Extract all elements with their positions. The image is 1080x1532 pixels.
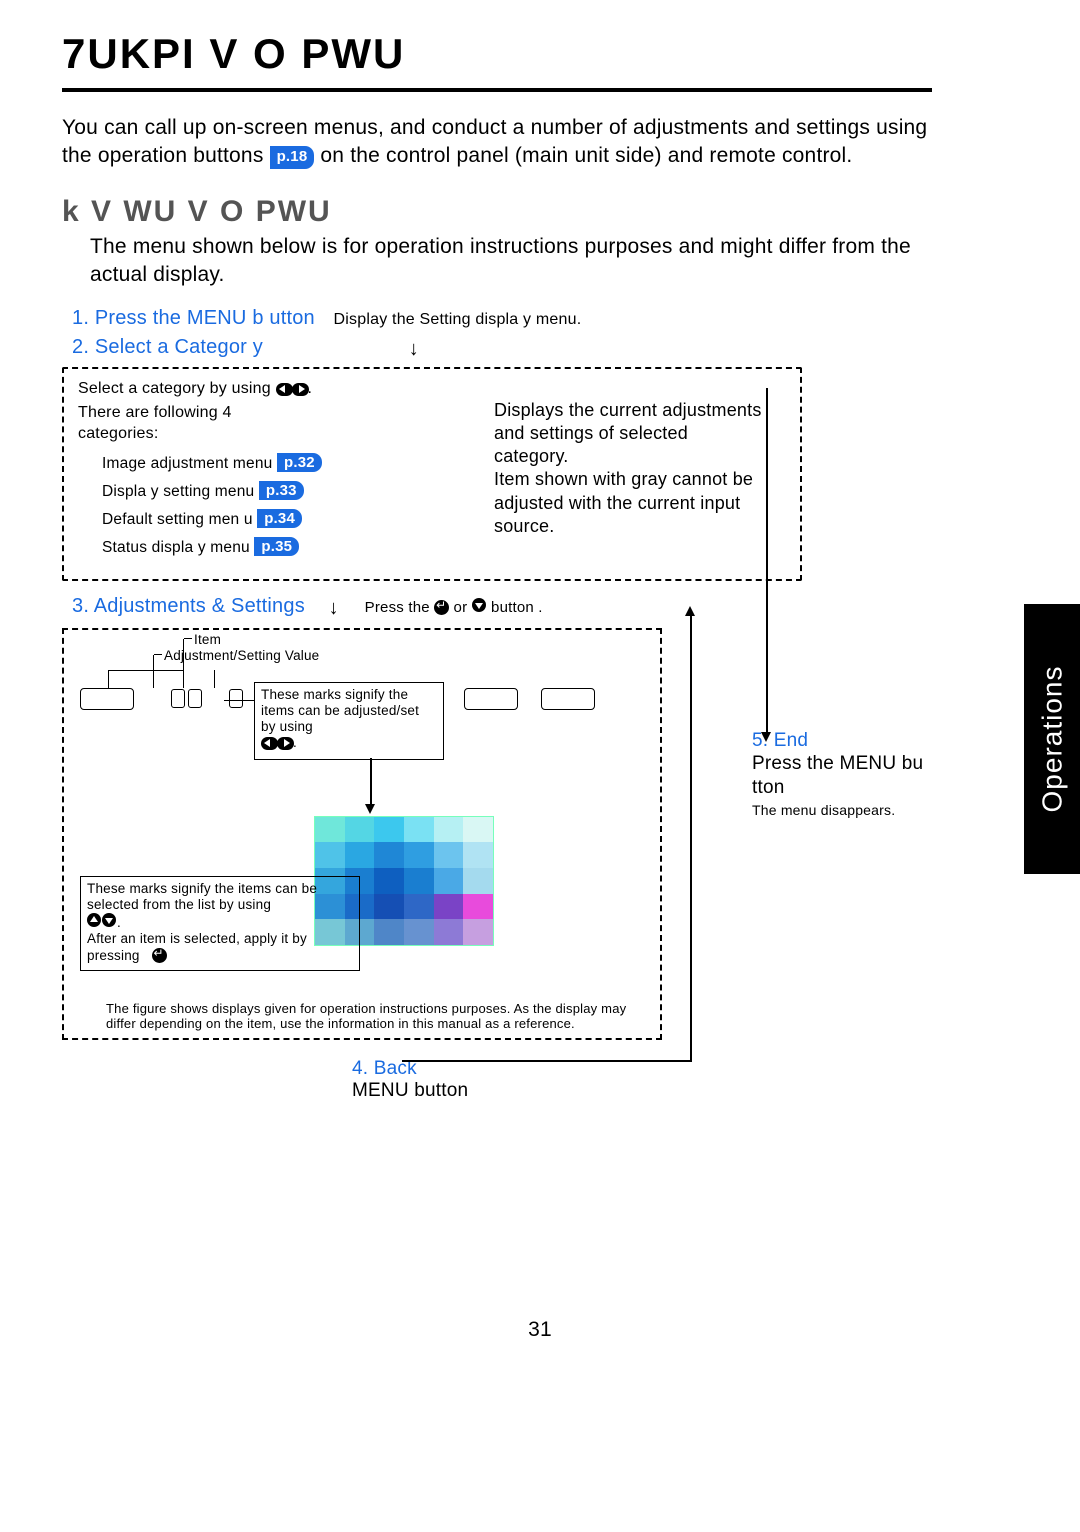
category-count-note: There are following 4 categories: bbox=[78, 403, 278, 445]
intro-text: You can call up on-screen menus, and con… bbox=[62, 114, 932, 171]
intro-b: on the control panel (main unit side) an… bbox=[314, 144, 852, 167]
step-3-row: 3. Adjustments & Settings ↓ Press the or… bbox=[72, 595, 932, 620]
step-1-desc: Display the Setting displa y menu. bbox=[334, 311, 582, 329]
page-ref-p33[interactable]: p.33 bbox=[259, 481, 304, 500]
chip bbox=[171, 689, 185, 708]
c2a: These marks signify the items can be sel… bbox=[87, 881, 317, 912]
page-ref-p35[interactable]: p.35 bbox=[254, 537, 299, 556]
step-4-sub: MENU button bbox=[352, 1080, 932, 1102]
side-tab-operations: Operations bbox=[1024, 604, 1080, 874]
diagram-box: Item Adjustment/Setting Value These mark… bbox=[62, 628, 662, 1040]
step-1-title: 1. Press the MENU b utton bbox=[72, 307, 315, 329]
s3a: Press the bbox=[365, 599, 435, 616]
select-box bbox=[464, 688, 518, 710]
c2b: . bbox=[117, 915, 121, 930]
step-3-title: 3. Adjustments & Settings bbox=[72, 595, 305, 617]
category-box: Select a category by using . There are f… bbox=[62, 367, 802, 580]
category-right-note: Displays the current adjustments and set… bbox=[494, 399, 764, 537]
enter-icon bbox=[434, 600, 449, 615]
step-5-title: 5. End bbox=[752, 730, 942, 752]
cat-desc-a: Select a category by using bbox=[78, 380, 276, 397]
cat3-label: Default setting men u bbox=[102, 511, 253, 528]
side-tab-label: Operations bbox=[1036, 666, 1068, 813]
cat2-label: Displa y setting menu bbox=[102, 483, 254, 500]
enter-icon bbox=[152, 948, 167, 963]
s3c: button . bbox=[487, 599, 543, 616]
diagram-footnote: The figure shows displays given for oper… bbox=[106, 1001, 646, 1032]
cat-item-4: Status displa y menu p.35 bbox=[102, 537, 786, 557]
callout1-a: These marks signify the items can be adj… bbox=[261, 687, 419, 734]
step-2-title: 2. Select a Categor y ↓ bbox=[72, 336, 932, 361]
label-adj-value: Adjustment/Setting Value bbox=[164, 648, 319, 663]
select-box bbox=[80, 688, 134, 710]
page-ref-p18[interactable]: p.18 bbox=[270, 146, 315, 168]
cat4-label: Status displa y menu bbox=[102, 539, 250, 556]
select-box bbox=[541, 688, 595, 710]
page-ref-p34[interactable]: p.34 bbox=[257, 509, 302, 528]
page-title: 7UKPI V O PWU bbox=[62, 30, 932, 92]
c2c: After an item is selected, apply it by p… bbox=[87, 931, 307, 962]
chip bbox=[229, 689, 243, 708]
step-1-row: 1. Press the MENU b utton Display the Se… bbox=[62, 307, 932, 330]
step-5-block: 5. End Press the MENU bu tton The menu d… bbox=[752, 730, 942, 818]
step-5-desc: Press the MENU bu tton bbox=[752, 752, 942, 800]
arrow-down-icon: ↓ bbox=[329, 597, 339, 620]
section-subtitle: k V WU V O PWU bbox=[62, 195, 932, 229]
chip bbox=[188, 689, 202, 708]
step-5-note: The menu disappears. bbox=[752, 802, 942, 818]
arrow-down-icon: ↓ bbox=[409, 338, 419, 361]
left-right-icon bbox=[261, 737, 293, 754]
section-desc: The menu shown below is for operation in… bbox=[90, 233, 932, 290]
down-icon bbox=[472, 598, 486, 612]
s3b: or bbox=[449, 599, 471, 616]
callout-select: These marks signify the items can be sel… bbox=[80, 876, 360, 971]
step-3-desc: Press the or button . bbox=[365, 598, 543, 616]
page-ref-p32[interactable]: p.32 bbox=[277, 453, 322, 472]
left-right-icon bbox=[276, 382, 308, 403]
page-number: 31 bbox=[0, 1318, 1080, 1342]
up-down-icon bbox=[87, 915, 117, 930]
callout-adjust: These marks signify the items can be adj… bbox=[254, 682, 444, 760]
cat1-label: Image adjustment menu bbox=[102, 455, 272, 472]
step-2-label: 2. Select a Categor y bbox=[72, 336, 263, 358]
label-item: Item bbox=[194, 632, 221, 647]
